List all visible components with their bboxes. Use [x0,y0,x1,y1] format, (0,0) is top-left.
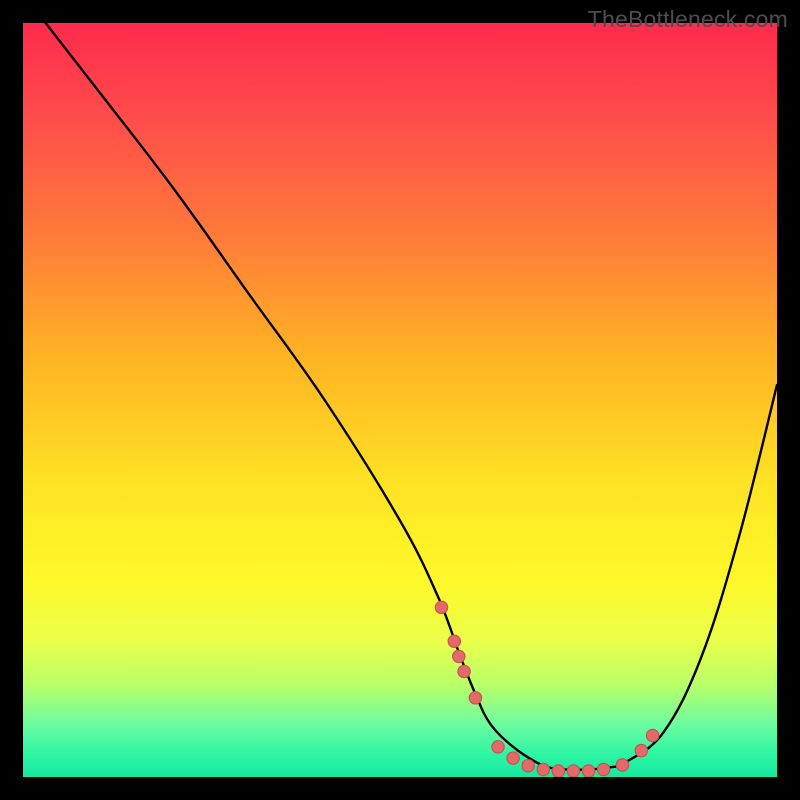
marker-dot [453,650,465,662]
marker-dot [435,601,447,613]
watermark-text: TheBottleneck.com [588,6,788,33]
marker-dot [458,665,470,677]
marker-group [435,601,659,777]
marker-dot [522,759,534,771]
marker-dot [646,729,658,741]
marker-dot [469,692,481,704]
marker-dot [635,744,647,756]
marker-dot [616,759,628,771]
chart-svg [23,23,777,777]
marker-dot [537,763,549,775]
marker-dot [582,765,594,777]
bottleneck-curve [46,23,777,770]
marker-dot [492,741,504,753]
marker-dot [567,765,579,777]
chart-container: TheBottleneck.com [0,0,800,800]
marker-dot [507,752,519,764]
marker-dot [552,765,564,777]
marker-dot [448,635,460,647]
plot-area [23,23,777,777]
marker-dot [597,763,609,775]
